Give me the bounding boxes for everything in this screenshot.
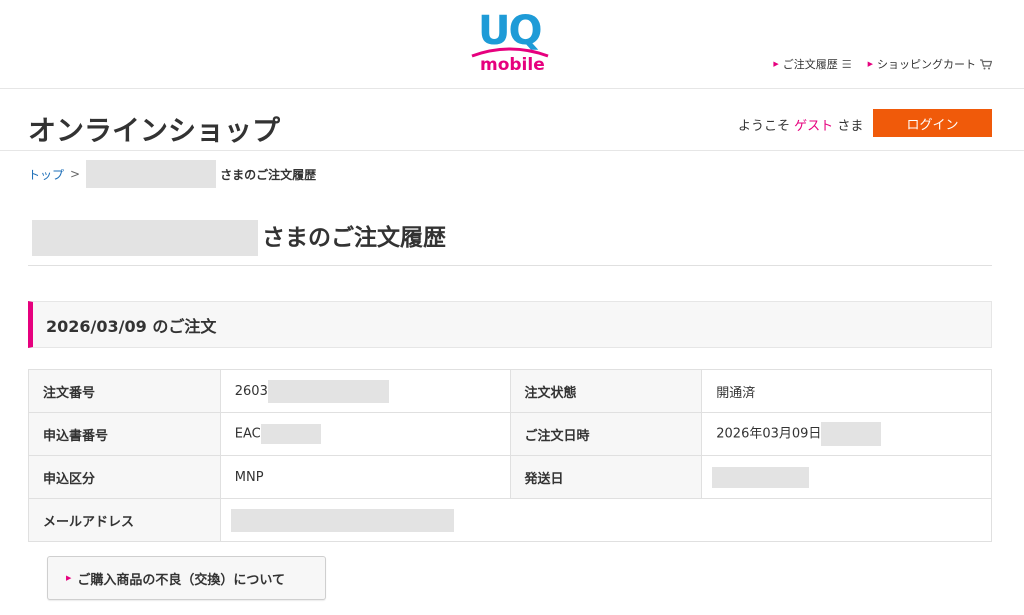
cart-icon xyxy=(980,58,992,69)
order-status-label: 注文状態 xyxy=(509,369,703,413)
redacted-value xyxy=(230,508,454,532)
shipping-date-value xyxy=(701,455,992,499)
welcome-suffix: さま xyxy=(837,119,864,134)
breadcrumb-home-link[interactable]: トップ xyxy=(28,166,64,183)
breadcrumb-separator: > xyxy=(70,167,81,181)
logo-mobile-text: mobile xyxy=(480,55,545,75)
welcome-guest-name: ゲスト xyxy=(794,119,834,134)
order-history-link[interactable]: ▶ ご注文履歴 ☰ xyxy=(773,56,851,72)
email-label: メールアドレス xyxy=(28,498,221,542)
breadcrumb: トップ > さまのご注文履歴 xyxy=(28,160,316,188)
triangle-bullet-icon: ▶ xyxy=(773,60,779,68)
order-number-prefix: 2603 xyxy=(234,383,268,399)
order-history-label: ご注文履歴 xyxy=(782,58,838,71)
shipping-date-label: 発送日 xyxy=(509,455,703,499)
application-number-label: 申込書番号 xyxy=(28,412,221,456)
order-status-value: 開通済 xyxy=(701,369,992,413)
order-details-table: 注文番号 2603 注文状態 開通済 申込書番号 EAC ご注文日時 2026年… xyxy=(28,369,993,542)
login-button[interactable]: ログイン xyxy=(873,109,992,137)
shop-bar: オンラインショップ ようこそ ゲスト さま ログイン xyxy=(0,89,1024,151)
order-datetime-value: 2026年03月09日 xyxy=(701,412,992,456)
redacted-value xyxy=(260,424,321,444)
page-title: さまのご注文履歴 xyxy=(28,220,992,266)
shop-title: オンラインショップ xyxy=(28,114,281,147)
product-defect-exchange-button[interactable]: ▶ ご購入商品の不良（交換）について xyxy=(47,556,326,600)
redacted-value xyxy=(821,422,882,446)
redacted-name xyxy=(86,160,217,188)
welcome-prefix: ようこそ xyxy=(738,119,791,134)
order-number-value: 2603 xyxy=(219,369,511,413)
order-number-label: 注文番号 xyxy=(28,369,221,413)
email-value xyxy=(219,498,993,542)
table-row: 申込書番号 EAC ご注文日時 2026年03月09日 xyxy=(28,412,992,456)
order-date-text: 2026年03月09日 xyxy=(716,426,822,442)
application-type-label: 申込区分 xyxy=(28,455,221,499)
site-header: UQ mobile ▶ ご注文履歴 ☰ ▶ ショッピングカート xyxy=(0,0,1024,89)
page-title-text: さまのご注文履歴 xyxy=(262,225,446,251)
application-number-prefix: EAC xyxy=(234,426,261,442)
redacted-value xyxy=(267,379,389,403)
header-links: ▶ ご注文履歴 ☰ ▶ ショッピングカート xyxy=(773,56,992,72)
shopping-cart-label: ショッピングカート xyxy=(877,58,976,71)
application-type-value: MNP xyxy=(219,455,511,499)
redacted-value xyxy=(712,466,810,488)
order-datetime-label: ご注文日時 xyxy=(509,412,703,456)
breadcrumb-current: さまのご注文履歴 xyxy=(220,167,317,182)
order-date-heading: 2026/03/09 のご注文 xyxy=(28,301,992,348)
table-row: メールアドレス xyxy=(28,498,993,542)
product-defect-exchange-label: ご購入商品の不良（交換）について xyxy=(77,572,286,588)
application-number-value: EAC xyxy=(219,412,511,456)
triangle-bullet-icon: ▶ xyxy=(867,60,873,68)
uq-mobile-logo[interactable]: UQ mobile xyxy=(470,8,550,75)
order-date-heading-text: 2026/03/09 のご注文 xyxy=(46,316,217,336)
welcome-message: ようこそ ゲスト さま xyxy=(738,115,863,134)
table-row: 注文番号 2603 注文状態 開通済 xyxy=(28,369,992,413)
triangle-bullet-icon: ▶ xyxy=(66,574,72,582)
table-row: 申込区分 MNP 発送日 xyxy=(28,455,992,499)
shopping-cart-link[interactable]: ▶ ショッピングカート xyxy=(868,56,992,72)
menu-icon: ☰ xyxy=(841,57,852,71)
redacted-name xyxy=(32,220,258,256)
